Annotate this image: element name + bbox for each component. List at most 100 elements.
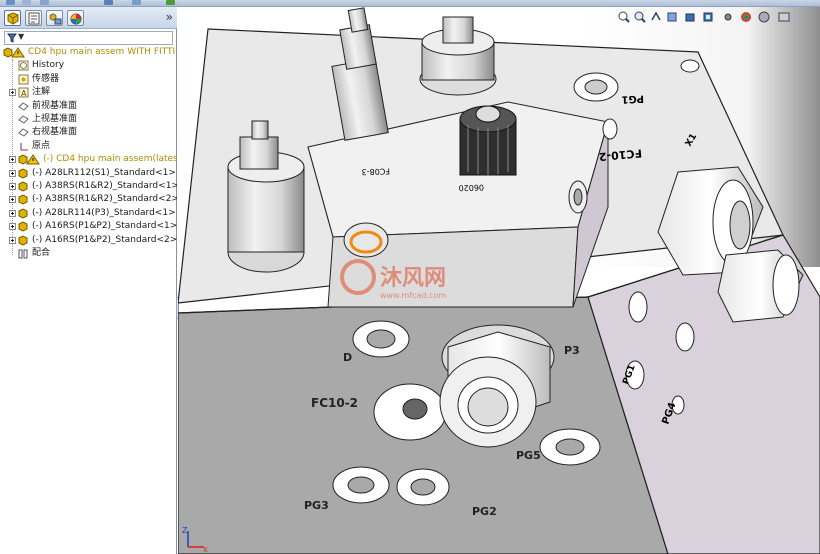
property-manager-icon (28, 12, 40, 25)
part-icon (18, 221, 29, 232)
tree-item-label: (-) A16RS(P1&P2)_Standard<1> ( (32, 221, 177, 232)
triad-z-label: Z (182, 526, 188, 535)
tab-display-manager[interactable] (67, 10, 84, 26)
feature-tree-icon (7, 12, 19, 25)
tree-expand-toggle[interactable] (9, 89, 16, 97)
tree-item-label: 注解 (32, 87, 51, 98)
triad-x-label: X (203, 546, 208, 553)
tree-item-label: (-) CD4 hpu main assem(lates (43, 154, 177, 165)
label-pg3: PG3 (304, 499, 329, 512)
filter-dropdown-caret[interactable]: ▼ (18, 32, 24, 41)
filter-icon[interactable] (7, 33, 17, 43)
watermark-logo: 沐风网 www.mfcad.com (336, 255, 496, 301)
plane-icon (18, 101, 29, 112)
tree-item[interactable]: (-) A28LR112(S1)_Standard<1> ( (0, 167, 177, 180)
tree-item[interactable]: CD4 hpu main assem WITH FITTI (0, 46, 177, 59)
zoom-area-icon[interactable] (634, 11, 646, 26)
toolbar-icon[interactable] (132, 0, 141, 5)
tree-item[interactable]: 配合 (0, 247, 177, 260)
svg-text:www.mfcad.com: www.mfcad.com (380, 291, 446, 300)
plane-icon (18, 127, 29, 138)
tab-property-manager[interactable] (25, 10, 42, 26)
panel-expand-button[interactable]: » (166, 10, 173, 24)
part-icon (18, 168, 29, 179)
label-pg5: PG5 (516, 449, 541, 462)
assembly-warning-icon (3, 47, 25, 58)
tree-item-label: (-) A28LR112(S1)_Standard<1> ( (32, 167, 177, 178)
tree-item[interactable]: (-) A38RS(R1&R2)_Standard<1> (0, 180, 177, 193)
tree-item-label: (-) A38RS(R1&R2)_Standard<1> (32, 181, 177, 191)
label-p3: P3 (564, 344, 580, 357)
tree-item[interactable]: 右视基准面 (0, 126, 177, 139)
tree-item[interactable]: A 注解 (0, 86, 177, 99)
tab-configuration-manager[interactable] (46, 10, 63, 26)
port-hole (628, 291, 648, 323)
svg-text:A: A (21, 89, 27, 98)
valve-cartridge-top (419, 16, 497, 96)
tree-expand-toggle[interactable] (9, 236, 16, 244)
port-hole (602, 118, 618, 140)
feature-tree: CD4 hpu main assem WITH FITTI History 传感器 A… (0, 46, 177, 554)
hide-show-items-icon[interactable] (722, 11, 734, 26)
tree-item[interactable]: (-) A28LR114(P3)_Standard<1> ( (0, 207, 177, 220)
toolbar-icon[interactable] (22, 0, 31, 5)
tree-expand-toggle[interactable] (9, 156, 16, 164)
configuration-icon (49, 13, 62, 25)
feature-manager-panel: » ▼ CD4 hpu main assem WITH FITTI History… (0, 7, 180, 554)
graphics-area[interactable]: PG1 FC10-2 X1 FC08-3 06020 D P3 FC10-2 P… (178, 7, 820, 554)
tree-item-label: 上视基准面 (32, 114, 78, 124)
subassembly-warning-icon (18, 154, 40, 165)
tree-item[interactable]: 上视基准面 (0, 113, 177, 126)
model-view[interactable]: PG1 FC10-2 X1 FC08-3 06020 D P3 FC10-2 P… (178, 7, 820, 554)
tree-expand-toggle[interactable] (9, 183, 16, 190)
tree-item-label: (-) A28LR114(P3)_Standard<1> ( (32, 207, 177, 218)
tree-item[interactable]: (-) CD4 hpu main assem(lates (0, 153, 177, 166)
apply-scene-icon[interactable] (758, 11, 770, 26)
tree-item-label: (-) A38RS(R1&R2)_Standard<2> (32, 194, 177, 205)
edit-appearance-icon[interactable] (740, 11, 752, 26)
view-orientation-icon[interactable] (684, 11, 696, 26)
part-icon (18, 235, 29, 246)
toolbar-icon[interactable] (6, 0, 15, 5)
tree-filter-bar[interactable]: ▼ (4, 31, 173, 45)
top-toolbar-strip (0, 0, 820, 7)
zoom-to-fit-icon[interactable] (618, 11, 630, 26)
tree-item-label: 配合 (32, 248, 51, 258)
section-view-icon[interactable] (666, 11, 678, 26)
history-folder-icon (18, 60, 29, 71)
tree-expand-toggle[interactable] (9, 223, 16, 231)
tree-item[interactable]: (-) A38RS(R1&R2)_Standard<2> (0, 193, 177, 206)
sensor-folder-icon (18, 74, 29, 85)
tree-expand-toggle[interactable] (9, 169, 16, 177)
display-manager-icon (70, 13, 82, 25)
tree-item-label: (-) A16RS(P1&P2)_Standard<2> ( (32, 234, 177, 245)
display-style-icon[interactable] (702, 11, 714, 26)
previous-view-icon[interactable] (650, 11, 662, 26)
label-d: D (343, 351, 352, 364)
tree-item[interactable]: 传感器 (0, 73, 177, 86)
tree-expand-toggle[interactable] (9, 209, 16, 217)
label-06020: 06020 (458, 183, 484, 193)
toolbar-icon[interactable] (166, 0, 175, 5)
coordinate-triad: Z X (182, 526, 208, 553)
tree-item[interactable]: 原点 (0, 140, 177, 153)
side-fitting-small (717, 249, 804, 323)
tree-item-label: History (32, 60, 65, 71)
tree-item[interactable]: History (0, 59, 177, 72)
tree-item-label: 前视基准面 (32, 100, 78, 111)
view-settings-icon[interactable] (778, 11, 790, 26)
tree-item[interactable]: 前视基准面 (0, 100, 177, 113)
part-icon (18, 194, 29, 205)
part-icon (18, 181, 29, 192)
panel-tab-bar: » (0, 7, 177, 29)
origin-icon (18, 141, 29, 152)
tree-expand-toggle[interactable] (9, 196, 16, 204)
tree-item[interactable]: (-) A16RS(P1&P2)_Standard<2> ( (0, 234, 177, 247)
toolbar-icon[interactable] (104, 0, 113, 5)
tree-item-label: 传感器 (32, 73, 60, 84)
toolbar-icon[interactable] (40, 0, 49, 5)
tab-feature-manager[interactable] (4, 10, 21, 26)
svg-text:沐风网: 沐风网 (380, 266, 446, 291)
tree-item[interactable]: (-) A16RS(P1&P2)_Standard<1> ( (0, 220, 177, 233)
tree-item-label: CD4 hpu main assem WITH FITTI (28, 47, 176, 57)
